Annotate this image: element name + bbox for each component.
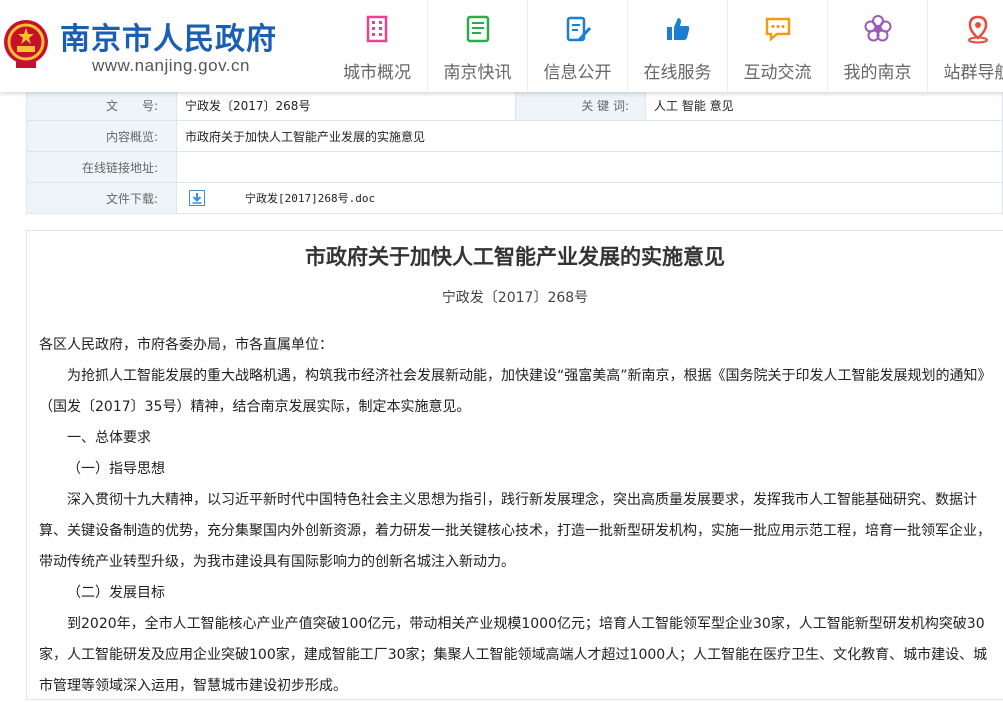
location-pin-icon xyxy=(967,15,988,44)
download-icon[interactable] xyxy=(189,190,205,207)
nav-item-news[interactable]: 南京快讯 xyxy=(427,0,527,92)
info-row-download: 文件下载: 宁政发[2017]268号.doc xyxy=(26,182,1003,214)
nav-item-interaction[interactable]: 互动交流 xyxy=(727,0,827,92)
summary-value: 市政府关于加快人工智能产业发展的实施意见 xyxy=(176,120,1003,152)
site-header: 南京市人民政府 www.nanjing.gov.cn 城市概况 南京快讯 信息公… xyxy=(0,0,1003,92)
nav-label: 互动交流 xyxy=(743,63,812,83)
link-value[interactable] xyxy=(176,151,1003,183)
article-heading: 一、总体要求 xyxy=(67,430,151,446)
download-cell: 宁政发[2017]268号.doc xyxy=(176,182,1003,214)
article-salutation: 各区人民政府，市府各委办局，市各直属单位： xyxy=(39,337,333,353)
keywords-label: 关 键 词: xyxy=(515,89,646,121)
keywords-value: 人工 智能 意见 xyxy=(645,89,1003,121)
summary-label: 内容概览: xyxy=(26,120,177,152)
article-body: 各区人民政府，市府各委办局，市各直属单位： 为抢抓人工智能发展的重大战略机遇，构… xyxy=(39,330,994,702)
doc-no-value: 宁政发〔2017〕268号 xyxy=(176,89,516,121)
download-label: 文件下载: xyxy=(26,182,177,214)
document-info-table: 文 号: 宁政发〔2017〕268号 关 键 词: 人工 智能 意见 内容概览:… xyxy=(26,89,1003,214)
nav-item-online-service[interactable]: 在线服务 xyxy=(627,0,727,92)
site-title[interactable]: 南京市人民政府 xyxy=(60,14,277,58)
info-row-doc-no: 文 号: 宁政发〔2017〕268号 关 键 词: 人工 智能 意见 xyxy=(26,89,1003,121)
article-subheading: （二）发展目标 xyxy=(67,585,165,601)
nav-label: 城市概况 xyxy=(343,63,411,83)
article-paragraph: 为抢抓人工智能发展的重大战略机遇，构筑我市经济社会发展新动能，加快建设“强富美高… xyxy=(39,368,992,415)
doc-no-label: 文 号: xyxy=(26,89,177,121)
site-url[interactable]: www.nanjing.gov.cn xyxy=(92,56,250,76)
nav-label: 信息公开 xyxy=(543,63,612,83)
article-doc-no: 宁政发〔2017〕268号 xyxy=(441,290,589,306)
article-title: 市政府关于加快人工智能产业发展的实施意见 xyxy=(305,244,725,269)
nav-label: 在线服务 xyxy=(643,63,712,83)
nav-item-my-nanjing[interactable]: 我的南京 xyxy=(827,0,927,92)
flower-icon xyxy=(864,15,891,42)
newspaper-icon xyxy=(466,15,489,43)
download-file-link[interactable]: 宁政发[2017]268号.doc xyxy=(245,192,375,205)
nav-label: 我的南京 xyxy=(843,63,912,83)
thumbs-up-icon xyxy=(666,18,689,40)
building-icon xyxy=(366,15,388,43)
document-edit-icon xyxy=(566,16,591,42)
nav-item-city-overview[interactable]: 城市概况 xyxy=(327,0,427,92)
national-emblem-icon[interactable] xyxy=(2,18,50,70)
article: 市政府关于加快人工智能产业发展的实施意见 宁政发〔2017〕268号 各区人民政… xyxy=(26,230,1003,700)
nav-label: 站群导航 xyxy=(943,63,1003,83)
info-row-link: 在线链接地址: xyxy=(26,151,1003,183)
nav-label: 南京快讯 xyxy=(443,63,512,83)
article-subheading: （一）指导思想 xyxy=(67,461,165,477)
nav-item-info-disclosure[interactable]: 信息公开 xyxy=(527,0,627,92)
nav-item-site-navigation[interactable]: 站群导航 xyxy=(927,0,1003,92)
info-row-summary: 内容概览: 市政府关于加快人工智能产业发展的实施意见 xyxy=(26,120,1003,152)
main-nav: 城市概况 南京快讯 信息公开 在线服务 互动交流 我的南京 站群导 xyxy=(327,0,1003,92)
chat-bubble-icon xyxy=(765,17,790,42)
article-paragraph: 到2020年，全市人工智能核心产业产值突破100亿元，带动相关产业规模1000亿… xyxy=(39,616,988,694)
article-paragraph: 深入贯彻十九大精神，以习近平新时代中国特色社会主义思想为指引，践行新发展理念，突… xyxy=(39,492,991,570)
link-label: 在线链接地址: xyxy=(26,151,177,183)
